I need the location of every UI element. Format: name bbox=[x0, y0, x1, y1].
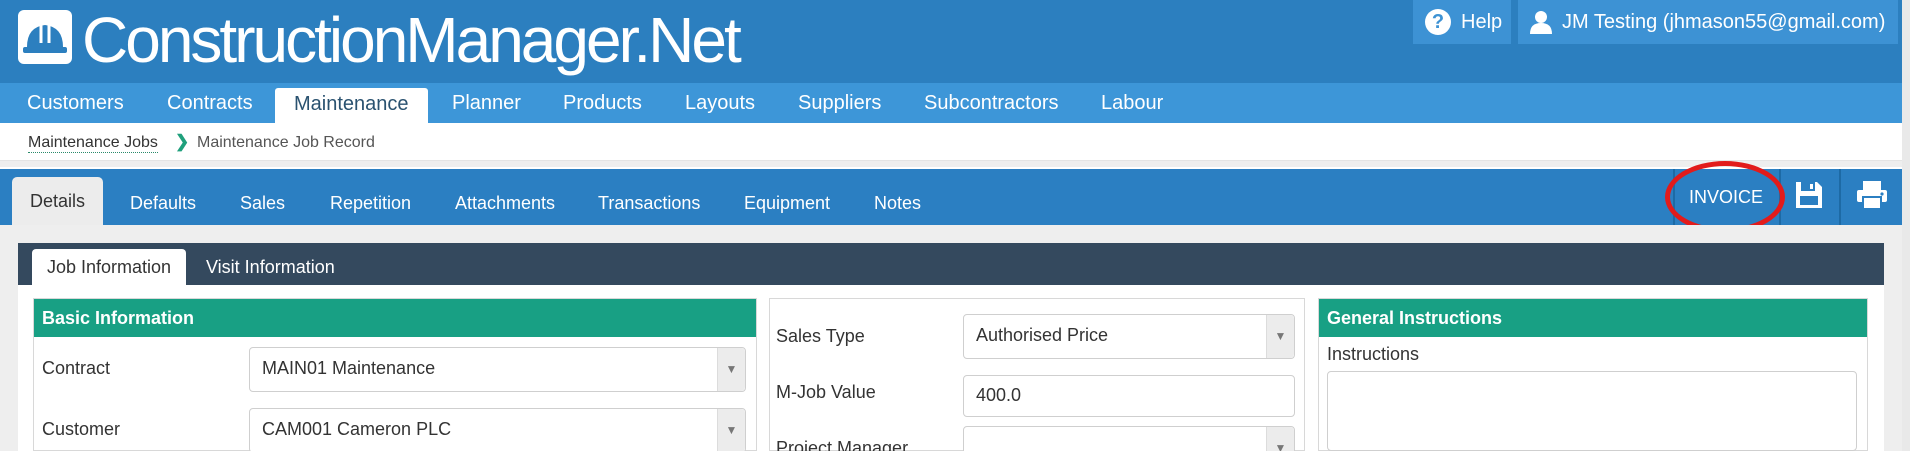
instructions-label: Instructions bbox=[1327, 344, 1420, 364]
app-header: ConstructionManager.Net ? Help JM Testin… bbox=[0, 0, 1910, 83]
project-manager-label: Project Manager bbox=[776, 438, 909, 451]
breadcrumb-link-maintenance-jobs[interactable]: Maintenance Jobs bbox=[28, 134, 158, 153]
nav-item-layouts[interactable]: Layouts bbox=[666, 83, 774, 123]
project-manager-select[interactable]: ▼ bbox=[963, 426, 1295, 451]
tab-visit-information[interactable]: Visit Information bbox=[206, 249, 335, 285]
dropdown-arrow-icon: ▼ bbox=[717, 409, 745, 451]
tab-repetition[interactable]: Repetition bbox=[330, 181, 411, 225]
scrollbar[interactable] bbox=[1902, 0, 1910, 451]
help-label: Help bbox=[1461, 10, 1503, 33]
nav-item-customers[interactable]: Customers bbox=[8, 83, 143, 123]
question-circle-icon: ? bbox=[1425, 9, 1451, 35]
contract-label: Contract bbox=[42, 358, 111, 378]
nav-item-subcontractors[interactable]: Subcontractors bbox=[905, 83, 1078, 123]
instructions-textarea[interactable] bbox=[1327, 371, 1857, 451]
main-nav: Customers Contracts Maintenance Planner … bbox=[0, 83, 1910, 123]
dropdown-arrow-icon: ▼ bbox=[1266, 427, 1294, 451]
general-instructions-title: General Instructions bbox=[1319, 299, 1867, 337]
print-button[interactable] bbox=[1839, 169, 1902, 225]
tab-transactions[interactable]: Transactions bbox=[598, 181, 700, 225]
breadcrumb: Maintenance Jobs ❯ Maintenance Job Recor… bbox=[0, 123, 1910, 161]
user-icon bbox=[1530, 10, 1552, 34]
sales-type-value: Authorised Price bbox=[976, 325, 1109, 345]
contract-select[interactable]: MAIN01 Maintenance ▼ bbox=[249, 347, 746, 392]
app-brand-title[interactable]: ConstructionManager.Net bbox=[82, 2, 742, 78]
sub-tab-bar: Job Information Visit Information bbox=[18, 243, 1884, 285]
mjob-value-label: M-Job Value bbox=[776, 382, 876, 402]
nav-item-planner[interactable]: Planner bbox=[433, 83, 540, 123]
floppy-disk-icon bbox=[1793, 179, 1825, 216]
tab-equipment[interactable]: Equipment bbox=[744, 181, 830, 225]
nav-item-contracts[interactable]: Contracts bbox=[148, 83, 272, 123]
sales-type-label: Sales Type bbox=[776, 326, 865, 346]
divider bbox=[0, 161, 1910, 167]
tab-attachments[interactable]: Attachments bbox=[455, 181, 555, 225]
sales-type-select[interactable]: Authorised Price ▼ bbox=[963, 314, 1295, 359]
tab-details[interactable]: Details bbox=[12, 177, 104, 225]
basic-information-title: Basic Information bbox=[34, 299, 756, 337]
tab-defaults[interactable]: Defaults bbox=[130, 181, 196, 225]
customer-value: CAM001 Cameron PLC bbox=[262, 419, 452, 439]
invoice-button[interactable]: INVOICE bbox=[1673, 169, 1777, 225]
nav-item-labour[interactable]: Labour bbox=[1082, 83, 1182, 123]
breadcrumb-current: Maintenance Job Record bbox=[197, 134, 375, 151]
contract-value: MAIN01 Maintenance bbox=[262, 358, 436, 378]
nav-item-products[interactable]: Products bbox=[544, 83, 661, 123]
chevron-right-icon: ❯ bbox=[175, 132, 190, 151]
dropdown-arrow-icon: ▼ bbox=[1266, 315, 1294, 358]
help-button[interactable]: ? Help bbox=[1413, 0, 1511, 44]
mjob-value-input[interactable]: 400.0 bbox=[963, 375, 1295, 417]
dropdown-arrow-icon: ▼ bbox=[717, 348, 745, 391]
customer-select[interactable]: CAM001 Cameron PLC ▼ bbox=[249, 408, 746, 451]
hard-hat-logo-icon[interactable] bbox=[18, 10, 72, 64]
user-label: JM Testing (jhmason55@gmail.com) bbox=[1562, 10, 1886, 33]
tab-notes[interactable]: Notes bbox=[874, 181, 921, 225]
tab-job-information[interactable]: Job Information bbox=[32, 249, 187, 285]
save-button[interactable] bbox=[1779, 169, 1837, 225]
record-tab-bar: Details Defaults Sales Repetition Attach… bbox=[0, 169, 1902, 225]
tab-sales[interactable]: Sales bbox=[240, 181, 285, 225]
user-menu-button[interactable]: JM Testing (jhmason55@gmail.com) bbox=[1518, 0, 1898, 44]
printer-icon bbox=[1855, 179, 1889, 216]
customer-label: Customer bbox=[42, 419, 121, 439]
nav-item-suppliers[interactable]: Suppliers bbox=[779, 83, 900, 123]
nav-item-maintenance[interactable]: Maintenance bbox=[275, 88, 428, 123]
